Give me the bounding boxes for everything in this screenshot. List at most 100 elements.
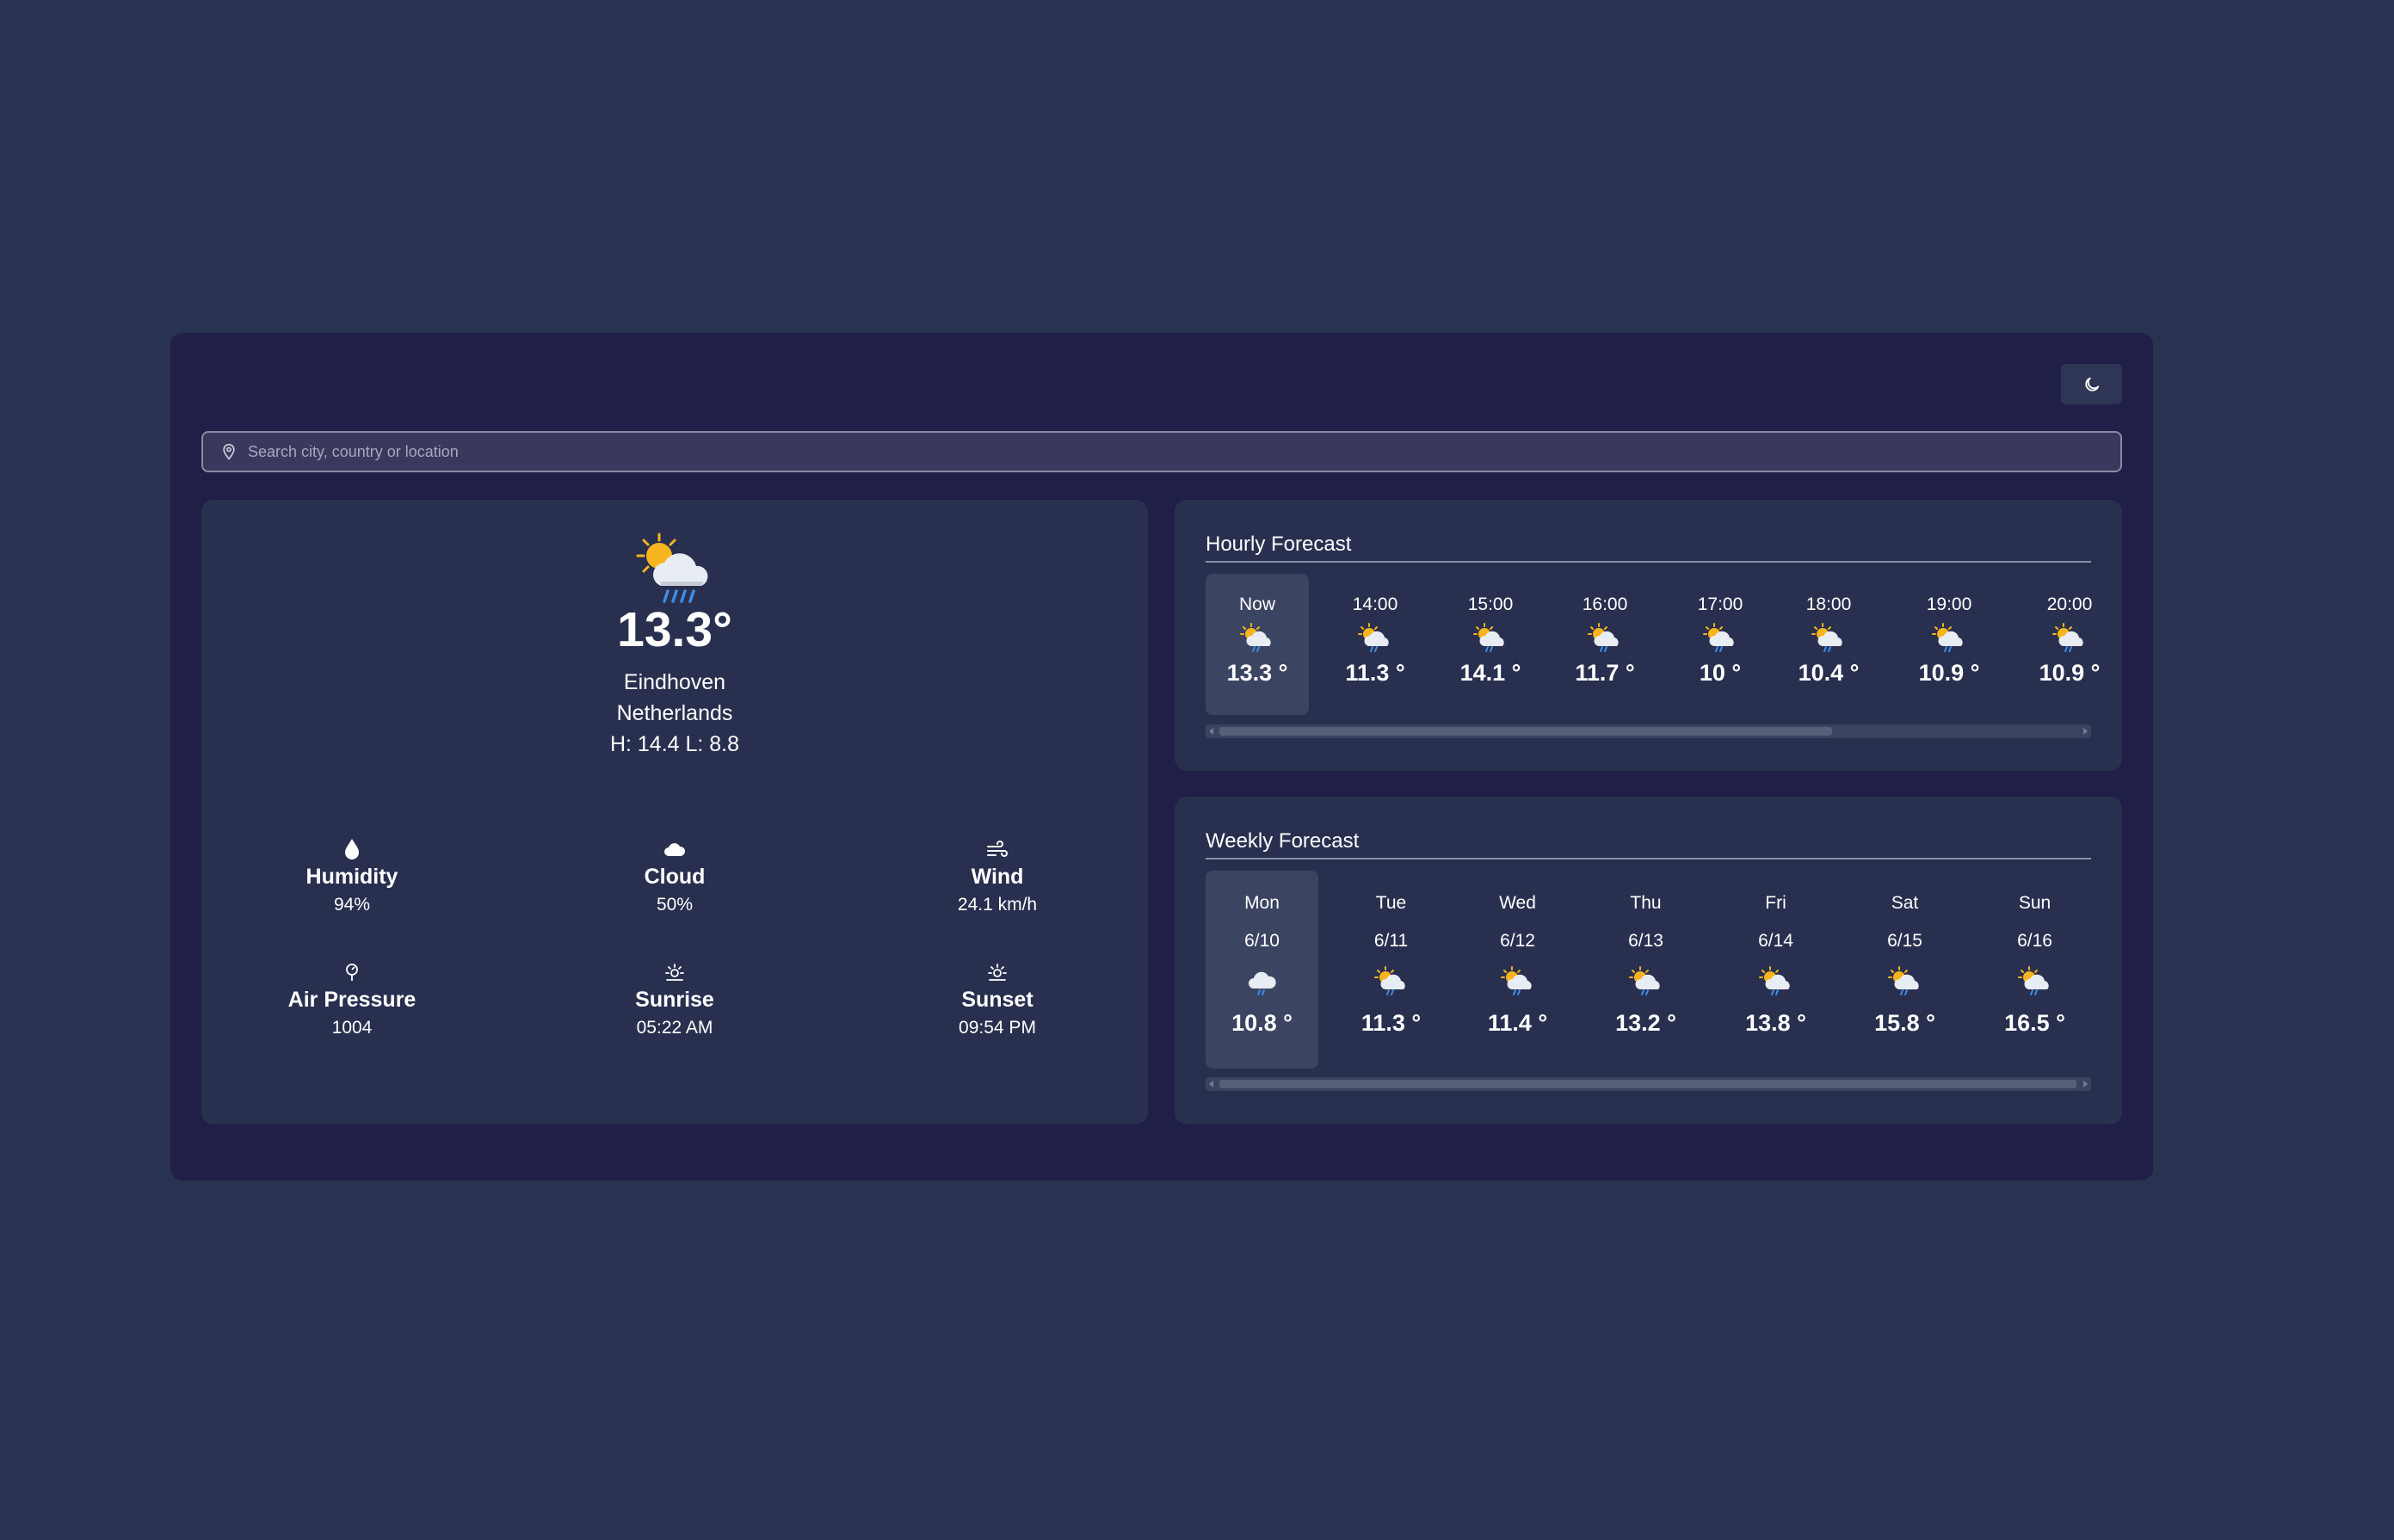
hourly-item[interactable]: Now 13.3 ° <box>1206 574 1309 715</box>
day-temperature: 15.8 ° <box>1874 1010 1935 1036</box>
day-name: Fri <box>1765 893 1786 913</box>
hour-time: 19:00 <box>1926 594 1972 614</box>
hourly-item[interactable]: 17:00 10 ° <box>1669 574 1772 715</box>
hourly-forecast-card: Hourly Forecast Now 13.3 ° 14:00 11.3 ° 15:0… <box>1175 500 2122 771</box>
hourly-item[interactable]: 19:00 10.9 ° <box>1897 574 2001 715</box>
location-pin-icon <box>223 443 235 460</box>
partly-cloudy-rain-icon <box>1500 966 1532 995</box>
stat-value: 50% <box>656 895 694 915</box>
day-date: 6/14 <box>1758 931 1793 951</box>
day-name: Sun <box>2018 893 2052 913</box>
stat-cloud: Cloud 50% <box>546 837 804 915</box>
partly-cloudy-rain-icon <box>636 533 708 603</box>
stat-sunset: Sunset 09:54 PM <box>868 960 1126 1038</box>
weekly-scrollbar[interactable] <box>1206 1077 2091 1091</box>
droplet-icon <box>345 839 359 859</box>
stat-value: 24.1 km/h <box>957 895 1038 915</box>
day-date: 6/11 <box>1373 931 1409 951</box>
hourly-item[interactable]: 15:00 14.1 ° <box>1439 574 1542 715</box>
current-temperature: 13.3° <box>617 602 732 657</box>
weekly-item[interactable]: Tue 6/11 11.3 ° <box>1335 871 1447 1069</box>
cloud-rain-icon <box>1248 971 1276 995</box>
hourly-scrollbar[interactable] <box>1206 724 2091 738</box>
day-name: Mon <box>1244 893 1280 913</box>
scroll-left-arrow-icon[interactable] <box>1209 1081 1213 1087</box>
hourly-item[interactable]: 16:00 11.7 ° <box>1553 574 1657 715</box>
stat-label: Sunset <box>961 988 1033 1012</box>
weekly-forecast-title: Weekly Forecast <box>1206 829 1360 853</box>
day-date: 6/12 <box>1500 931 1535 951</box>
stat-label: Air Pressure <box>287 988 416 1012</box>
partly-cloudy-rain-icon <box>1588 623 1619 652</box>
hourly-forecast-title: Hourly Forecast <box>1206 533 1352 556</box>
day-temperature: 11.3 ° <box>1361 1010 1422 1036</box>
scroll-right-arrow-icon[interactable] <box>2083 728 2088 735</box>
hour-temperature: 10.4 ° <box>1798 660 1860 686</box>
partly-cloudy-rain-icon <box>1628 966 1660 995</box>
weekly-item[interactable]: Thu 6/13 13.2 ° <box>1589 871 1702 1069</box>
day-temperature: 11.4 ° <box>1487 1010 1548 1036</box>
hourly-item[interactable]: 20:00 10.9 ° <box>2018 574 2121 715</box>
pressure-icon <box>346 964 358 981</box>
hour-temperature: 11.3 ° <box>1345 660 1405 686</box>
partly-cloudy-rain-icon <box>1240 623 1271 652</box>
day-name: Wed <box>1499 893 1536 913</box>
hour-time: 14:00 <box>1352 594 1398 614</box>
sunset-icon <box>988 964 1007 981</box>
weekly-item[interactable]: Fri 6/14 13.8 ° <box>1719 871 1832 1069</box>
hourly-item[interactable]: 18:00 10.4 ° <box>1777 574 1880 715</box>
scroll-right-arrow-icon[interactable] <box>2083 1081 2088 1087</box>
hour-time: 16:00 <box>1582 594 1628 614</box>
stat-sunrise: Sunrise 05:22 AM <box>546 960 804 1038</box>
day-name: Thu <box>1630 893 1662 913</box>
hour-temperature: 13.3 ° <box>1226 660 1288 686</box>
day-date: 6/10 <box>1244 931 1280 951</box>
partly-cloudy-rain-icon <box>1473 623 1504 652</box>
scroll-left-arrow-icon[interactable] <box>1209 728 1213 735</box>
divider <box>1206 561 2091 563</box>
hour-time: 20:00 <box>2046 594 2093 614</box>
cloud-icon <box>664 843 686 856</box>
hour-time: 15:00 <box>1467 594 1514 614</box>
weekly-item[interactable]: Sun 6/16 16.5 ° <box>1978 871 2091 1069</box>
partly-cloudy-rain-icon <box>1758 966 1790 995</box>
partly-cloudy-rain-icon <box>1373 966 1405 995</box>
hourly-scrollbar-thumb[interactable] <box>1219 727 1832 736</box>
weather-app: 13.3° Eindhoven Netherlands H: 14.4 L: 8… <box>170 333 2153 1180</box>
stat-label: Sunrise <box>635 988 714 1012</box>
partly-cloudy-rain-icon <box>1811 623 1842 652</box>
theme-toggle-button[interactable] <box>2061 364 2122 404</box>
country-name: Netherlands <box>616 701 733 725</box>
weekly-item[interactable]: Mon 6/10 10.8 ° <box>1206 871 1318 1069</box>
hourly-item[interactable]: 14:00 11.3 ° <box>1323 574 1427 715</box>
city-name: Eindhoven <box>623 670 726 694</box>
hour-temperature: 10.9 ° <box>2039 660 2101 686</box>
day-temperature: 13.2 ° <box>1615 1010 1676 1036</box>
stat-label: Humidity <box>305 865 398 889</box>
high-low-temperature: H: 14.4 L: 8.8 <box>609 732 740 756</box>
partly-cloudy-rain-icon <box>1703 623 1734 652</box>
stat-label: Wind <box>971 865 1024 889</box>
wind-icon <box>987 841 1008 857</box>
hour-temperature: 10 ° <box>1699 660 1742 686</box>
search-bar[interactable] <box>201 431 2122 472</box>
weekly-scrollbar-thumb[interactable] <box>1219 1080 2076 1088</box>
stat-value: 1004 <box>331 1018 373 1038</box>
current-weather-card: 13.3° Eindhoven Netherlands H: 14.4 L: 8… <box>201 500 1148 1124</box>
partly-cloudy-rain-icon <box>1358 623 1389 652</box>
hour-temperature: 11.7 ° <box>1575 660 1635 686</box>
stat-value: 09:54 PM <box>959 1018 1036 1038</box>
stat-value: 94% <box>333 895 371 915</box>
stat-value: 05:22 AM <box>636 1018 713 1038</box>
hour-temperature: 10.9 ° <box>1918 660 1980 686</box>
weekly-item[interactable]: Wed 6/12 11.4 ° <box>1461 871 1574 1069</box>
day-name: Tue <box>1375 893 1407 913</box>
partly-cloudy-rain-icon <box>2017 966 2049 995</box>
day-temperature: 10.8 ° <box>1231 1010 1293 1036</box>
day-date: 6/13 <box>1628 931 1663 951</box>
day-temperature: 13.8 ° <box>1745 1010 1806 1036</box>
partly-cloudy-rain-icon <box>2052 623 2083 652</box>
divider <box>1206 858 2091 859</box>
search-input[interactable] <box>248 442 1969 461</box>
weekly-item[interactable]: Sat 6/15 15.8 ° <box>1848 871 1961 1069</box>
